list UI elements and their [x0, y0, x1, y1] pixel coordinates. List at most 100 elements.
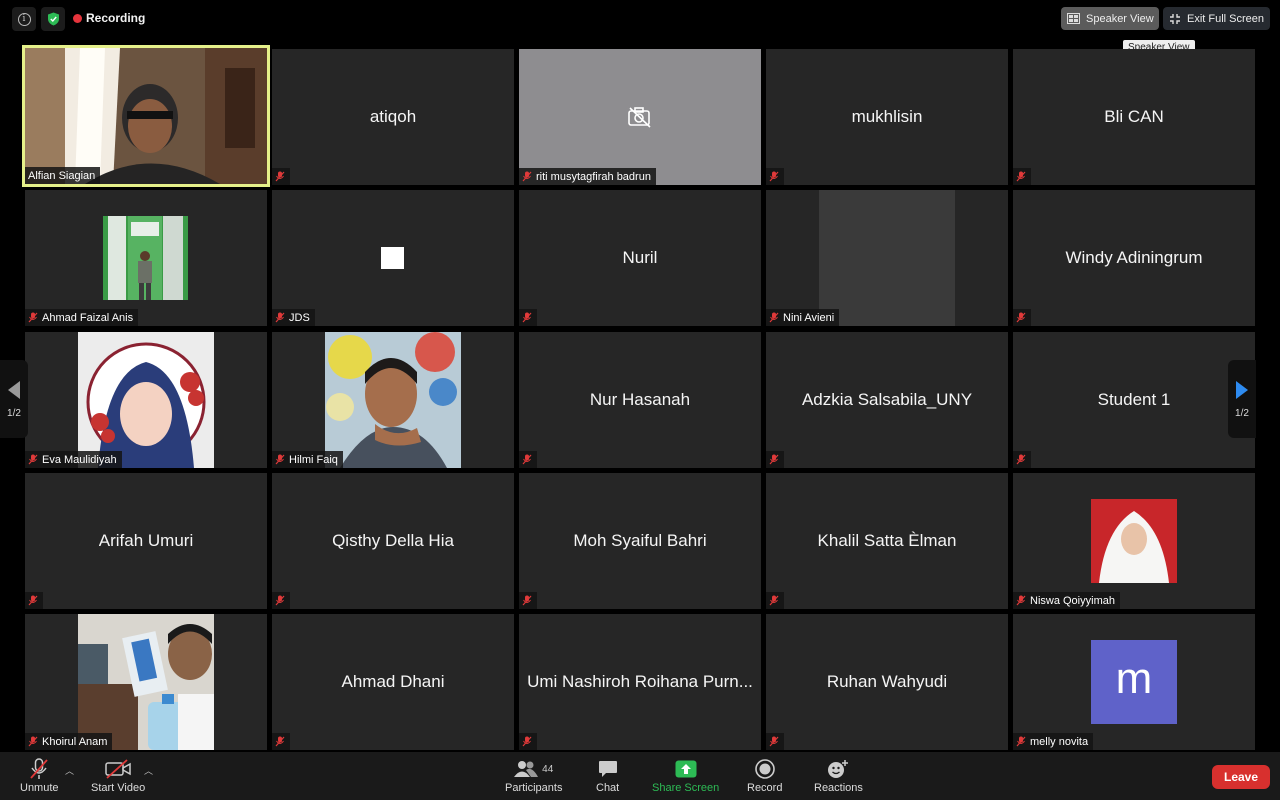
record-button[interactable]: Record	[747, 758, 782, 794]
video-tile-alfian[interactable]: Alfian Siagian	[22, 45, 270, 187]
participant-name: Niswa Qoiyyimah	[1030, 594, 1115, 607]
participants-button[interactable]: 44 Participants	[505, 758, 562, 794]
participant-name-large: Umi Nashiroh Roihana Purn...	[527, 672, 753, 691]
video-tile-riti[interactable]: riti musytagfirah badrun	[519, 49, 761, 185]
video-tile-melly[interactable]: m melly novita	[1013, 614, 1255, 750]
participant-name-large: Arifah Umuri	[98, 531, 194, 550]
participant-name-large: Moh Syaiful Bahri	[573, 531, 707, 550]
video-tile-atiqoh[interactable]: atiqoh	[272, 49, 514, 185]
mic-muted-icon	[769, 171, 779, 182]
participant-name-tag	[519, 592, 537, 609]
top-bar: i Recording Speaker View Exit Full Scree…	[0, 0, 1280, 36]
participant-name-large: atiqoh	[369, 107, 417, 126]
video-tile-hilmi[interactable]: Hilmi Faiq	[272, 332, 514, 468]
video-tile-khalil[interactable]: Khalil Satta Èlman	[766, 473, 1008, 609]
mic-muted-icon	[1016, 454, 1026, 465]
video-tile-moh-syaiful[interactable]: Moh Syaiful Bahri	[519, 473, 761, 609]
video-tile-nuril[interactable]: Nuril	[519, 190, 761, 326]
participants-icon	[514, 761, 539, 777]
mic-muted-icon	[1016, 171, 1026, 182]
video-tile-umi-nashiroh[interactable]: Umi Nashiroh Roihana Purn...	[519, 614, 761, 750]
participant-name-tag	[272, 733, 290, 750]
info-icon: i	[17, 12, 31, 26]
participant-name-large: Student 1	[1097, 390, 1171, 409]
previous-page-button[interactable]: 1/2	[0, 360, 28, 438]
start-video-button[interactable]: Start Video	[91, 758, 145, 794]
chat-button[interactable]: Chat	[596, 758, 619, 794]
security-button[interactable]	[41, 7, 65, 31]
mic-muted-icon	[30, 758, 48, 779]
unmute-button[interactable]: Unmute	[20, 758, 59, 794]
arrow-right-icon	[1236, 380, 1248, 399]
participant-name-large: Qisthy Della Hia	[332, 531, 454, 550]
video-tile-ruhan[interactable]: Ruhan Wahyudi	[766, 614, 1008, 750]
participant-name-tag: Alfian Siagian	[25, 167, 101, 184]
mic-muted-icon	[275, 454, 285, 465]
mic-muted-icon	[769, 736, 779, 747]
participant-name-tag: riti musytagfirah badrun	[519, 168, 656, 185]
video-tile-ahmad-faizal[interactable]: Ahmad Faizal Anis	[25, 190, 267, 326]
participant-name-large: mukhlisin	[851, 107, 923, 126]
video-tile-qisthy[interactable]: Qisthy Della Hia	[272, 473, 514, 609]
audio-options-caret-icon[interactable]: ︿	[65, 764, 74, 777]
video-tile-windy[interactable]: Windy Adiningrum	[1013, 190, 1255, 326]
unmute-label: Unmute	[20, 782, 59, 794]
mic-muted-icon	[275, 171, 285, 182]
participant-name: Nini Avieni	[783, 311, 835, 324]
participant-name-tag: Ahmad Faizal Anis	[25, 309, 139, 326]
chat-label: Chat	[596, 782, 620, 794]
video-tile-bli-can[interactable]: Bli CAN	[1013, 49, 1255, 185]
video-options-caret-icon[interactable]: ︿	[144, 764, 153, 777]
video-tile-nur-hasanah[interactable]: Nur Hasanah	[519, 332, 761, 468]
exit-full-screen-button[interactable]: Exit Full Screen	[1163, 7, 1270, 30]
participant-name-large: Ruhan Wahyudi	[826, 672, 948, 691]
video-tile-niswa[interactable]: Niswa Qoiyyimah	[1013, 473, 1255, 609]
video-tile-jds[interactable]: JDS	[272, 190, 514, 326]
video-tile-student-1[interactable]: Student 1	[1013, 332, 1255, 468]
participant-video-feed	[819, 190, 955, 326]
participant-name-large: Windy Adiningrum	[1065, 248, 1203, 267]
participants-count: 44	[542, 763, 554, 775]
participant-name: Eva Maulidiyah	[42, 453, 117, 466]
participant-name-large: Khalil Satta Èlman	[817, 531, 957, 550]
mic-muted-icon	[1016, 595, 1026, 606]
video-tile-khoirul[interactable]: Khoirul Anam	[25, 614, 267, 750]
participant-name-large: Bli CAN	[1104, 107, 1164, 126]
participant-name: Khoirul Anam	[42, 735, 108, 748]
mic-muted-icon	[522, 312, 532, 323]
participant-name-tag: Niswa Qoiyyimah	[1013, 592, 1120, 609]
avatar: m	[1091, 640, 1177, 724]
video-tile-arifah[interactable]: Arifah Umuri	[25, 473, 267, 609]
participant-name-tag: Nini Avieni	[766, 309, 840, 326]
next-page-button[interactable]: 1/2	[1228, 360, 1256, 438]
participants-label: Participants	[505, 782, 563, 794]
meeting-info-button[interactable]: i	[12, 7, 36, 31]
shield-icon	[47, 12, 59, 26]
video-tile-adzkia[interactable]: Adzkia Salsabila_UNY	[766, 332, 1008, 468]
white-square-image	[381, 247, 404, 269]
leave-button[interactable]: Leave	[1212, 765, 1270, 789]
mic-muted-icon	[28, 312, 38, 323]
video-tile-nini[interactable]: Nini Avieni	[766, 190, 1008, 326]
participant-name-tag	[519, 309, 537, 326]
participant-name-tag	[766, 451, 784, 468]
mic-muted-icon	[522, 454, 532, 465]
video-tile-eva[interactable]: Eva Maulidiyah	[25, 332, 267, 468]
participant-name: riti musytagfirah badrun	[536, 170, 651, 183]
reactions-icon	[828, 760, 849, 778]
participant-name-tag: Hilmi Faiq	[272, 451, 343, 468]
speaker-view-button[interactable]: Speaker View	[1061, 7, 1159, 30]
video-off-icon	[628, 107, 651, 128]
record-icon	[754, 759, 775, 779]
recording-indicator[interactable]: Recording	[73, 11, 145, 25]
mic-muted-icon	[1016, 736, 1026, 747]
mic-muted-icon	[522, 171, 532, 182]
video-tile-ahmad-dhani[interactable]: Ahmad Dhani	[272, 614, 514, 750]
participant-name-tag	[766, 592, 784, 609]
reactions-button[interactable]: Reactions	[814, 758, 863, 794]
share-screen-button[interactable]: Share Screen	[652, 758, 719, 794]
video-tile-mukhlisin[interactable]: mukhlisin	[766, 49, 1008, 185]
participant-name-large: Nur Hasanah	[589, 390, 691, 409]
participant-name-large: Adzkia Salsabila_UNY	[801, 390, 973, 409]
grid-view-icon	[1067, 13, 1080, 24]
